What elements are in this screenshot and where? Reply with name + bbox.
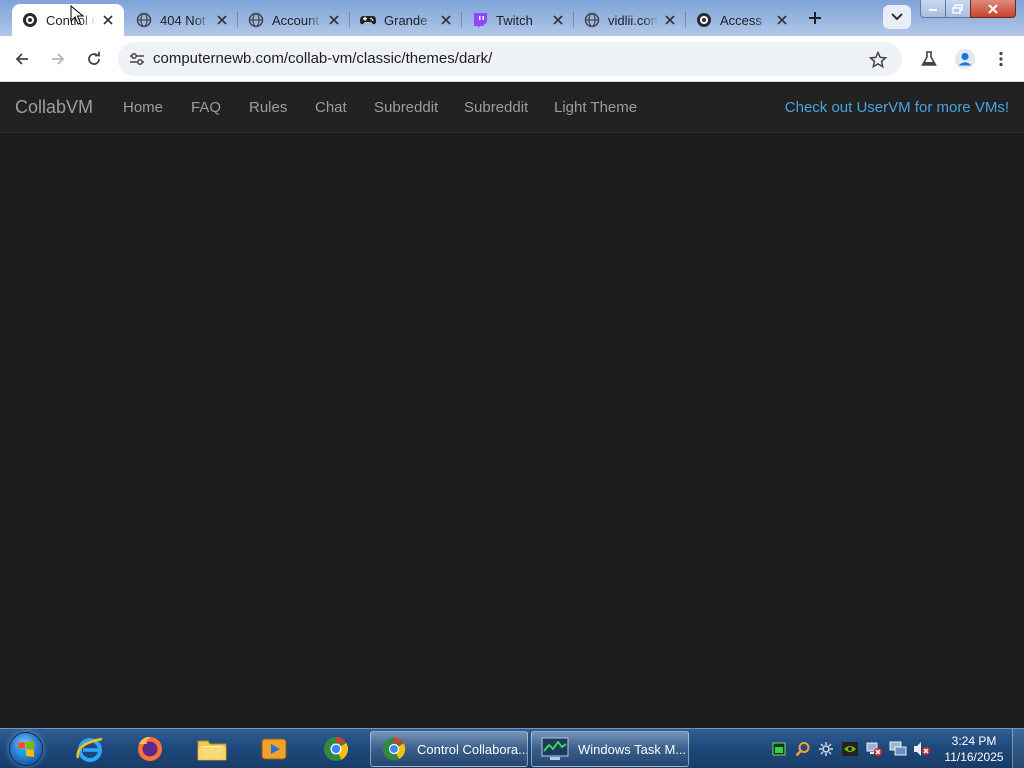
forward-button[interactable] (44, 45, 72, 73)
arrow-left-icon (15, 53, 28, 65)
site-navbar: CollabVM Home FAQ Rules Chat Subreddit S… (0, 82, 1024, 133)
nav-link-subreddit-2[interactable]: Subreddit (464, 99, 528, 116)
tab-grande[interactable]: Grande (350, 4, 462, 36)
mouse-cursor-icon (70, 5, 84, 25)
settings-icon[interactable] (817, 740, 835, 758)
chrome-icon[interactable] (308, 731, 364, 767)
windows-taskbar: Control Collabora... Windows Task M... 3… (0, 728, 1024, 768)
avatar-icon (955, 49, 975, 69)
menu-button[interactable] (987, 45, 1015, 73)
tab-title: Account (272, 12, 319, 28)
tab-twitch[interactable]: Twitch (462, 4, 574, 36)
browser-toolbar: computernewb.com/collab-vm/classic/theme… (0, 36, 1024, 82)
tab-title: Access (720, 12, 762, 28)
page-content (0, 133, 1024, 728)
collabvm-icon (696, 12, 712, 28)
tab-vidlii[interactable]: vidlii.com (574, 4, 686, 36)
chrome-icon (379, 734, 409, 764)
nav-link-chat[interactable]: Chat (315, 99, 347, 116)
clock-date: 11/16/2025 (944, 750, 1004, 764)
uservm-promo-link[interactable]: Check out UserVM for more VMs! (785, 99, 1009, 116)
monitor-icon[interactable] (889, 740, 907, 758)
arrow-right-icon (52, 53, 65, 65)
restore-icon (952, 3, 963, 14)
tab-collabvm[interactable]: Control Collaborative VMs (12, 4, 124, 36)
ie-icon[interactable] (62, 731, 118, 767)
taskbar-item-label: Control Collabora... (417, 741, 528, 757)
taskbar-item-chrome[interactable]: Control Collabora... (370, 731, 528, 767)
tab-title: Grande (384, 12, 428, 28)
close-icon[interactable] (214, 12, 230, 28)
tab-404[interactable]: 404 Not Found (126, 4, 238, 36)
nav-link-light-theme[interactable]: Light Theme (554, 99, 637, 116)
kebab-menu-icon (999, 51, 1003, 67)
close-window-button[interactable] (970, 0, 1016, 18)
reload-button[interactable] (80, 45, 108, 73)
close-icon[interactable] (438, 12, 454, 28)
nav-link-rules[interactable]: Rules (249, 99, 287, 116)
tab-account[interactable]: Account (238, 4, 350, 36)
close-icon[interactable] (774, 12, 790, 28)
windows-logo-icon (9, 732, 43, 766)
clock-time: 3:24 PM (951, 734, 997, 748)
taskbar-item-task-manager[interactable]: Windows Task M... (531, 731, 689, 767)
close-icon (988, 3, 998, 14)
tab-access[interactable]: Access (686, 4, 798, 36)
back-button[interactable] (8, 45, 36, 73)
site-brand[interactable]: CollabVM (15, 97, 93, 118)
minimize-button[interactable] (920, 0, 946, 18)
profile-button[interactable] (951, 45, 979, 73)
globe-icon (136, 12, 152, 28)
plus-icon (809, 12, 821, 24)
minimize-icon (929, 8, 937, 11)
flask-icon (921, 51, 937, 66)
tab-search-button[interactable] (883, 5, 911, 29)
new-tab-button[interactable] (800, 4, 830, 32)
labs-button[interactable] (915, 45, 943, 73)
volume-muted-icon[interactable] (913, 740, 931, 758)
site-info-icon[interactable] (126, 48, 148, 70)
search-icon[interactable] (794, 740, 812, 758)
nvidia-icon[interactable] (841, 740, 859, 758)
tab-strip: Control Collaborative VMs 404 Not Found … (0, 0, 1024, 36)
url-text[interactable]: computernewb.com/collab-vm/classic/theme… (153, 50, 492, 67)
globe-icon (248, 12, 264, 28)
twitch-icon (472, 12, 488, 28)
restore-button[interactable] (945, 0, 971, 18)
cpu-meter-icon[interactable] (770, 740, 788, 758)
media-player-icon[interactable] (246, 731, 302, 767)
tab-title: Twitch (496, 12, 533, 28)
firefox-icon[interactable] (122, 731, 178, 767)
explorer-icon[interactable] (184, 731, 240, 767)
tab-title: 404 Not Found (160, 12, 210, 28)
taskbar-item-label: Windows Task M... (578, 741, 687, 757)
close-icon[interactable] (550, 12, 566, 28)
nav-link-faq[interactable]: FAQ (191, 99, 221, 116)
chevron-down-icon (891, 13, 903, 21)
nav-link-home[interactable]: Home (123, 99, 163, 116)
system-clock[interactable]: 3:24 PM 11/16/2025 (938, 733, 1010, 765)
bookmark-star-icon[interactable] (866, 48, 890, 72)
reload-icon (88, 51, 100, 65)
globe-icon (584, 12, 600, 28)
task-manager-icon (540, 734, 570, 764)
tab-title: vidlii.com (608, 12, 658, 28)
close-icon[interactable] (662, 12, 678, 28)
close-icon[interactable] (100, 12, 116, 28)
nav-link-subreddit[interactable]: Subreddit (374, 99, 438, 116)
network-error-icon[interactable] (865, 740, 883, 758)
collabvm-icon (22, 12, 38, 28)
show-desktop-button[interactable] (1012, 729, 1024, 768)
close-icon[interactable] (326, 12, 342, 28)
address-bar[interactable]: computernewb.com/collab-vm/classic/theme… (118, 42, 902, 76)
gamepad-icon (360, 12, 376, 28)
start-button[interactable] (2, 730, 50, 768)
